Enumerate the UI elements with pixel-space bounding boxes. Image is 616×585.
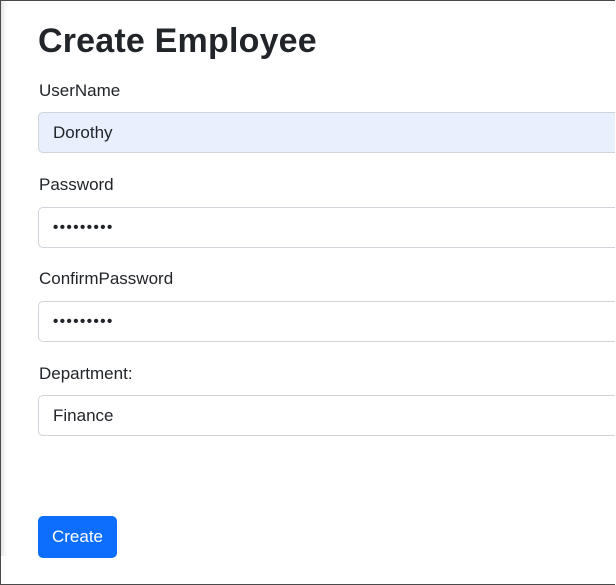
username-input[interactable]: Dorothy <box>38 112 615 153</box>
frame-shadow <box>1 1 7 556</box>
username-label: UserName <box>39 81 121 100</box>
page-frame: Create Employee UserName Dorothy Passwor… <box>0 0 615 585</box>
department-input[interactable]: Finance <box>38 395 615 436</box>
confirm-password-label: ConfirmPassword <box>39 269 174 288</box>
page-title: Create Employee <box>38 22 317 60</box>
department-label: Department: <box>39 364 133 383</box>
create-button[interactable]: Create <box>38 516 117 558</box>
password-input[interactable]: ••••••••• <box>38 207 615 248</box>
confirm-password-input[interactable]: ••••••••• <box>38 301 615 342</box>
password-label: Password <box>39 175 114 194</box>
